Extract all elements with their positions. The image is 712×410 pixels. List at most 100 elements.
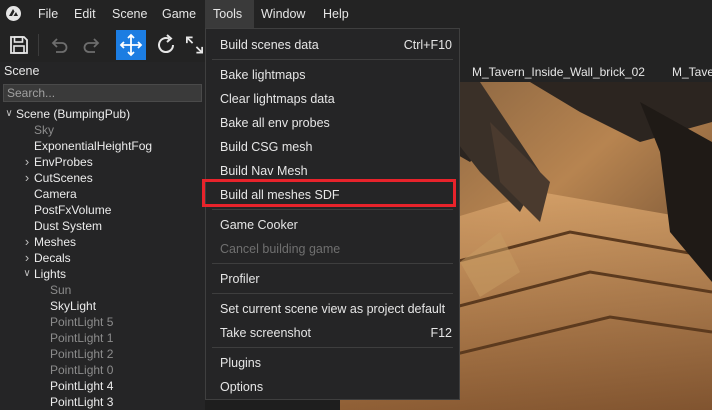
scale-tool-button[interactable] bbox=[184, 30, 205, 60]
rotate-tool-button[interactable] bbox=[151, 30, 181, 60]
tree-item[interactable]: ExponentialHeightFog bbox=[0, 138, 205, 154]
redo-button[interactable] bbox=[77, 30, 107, 60]
menu-item-label: Options bbox=[220, 380, 264, 394]
move-icon bbox=[119, 33, 143, 57]
menu-item-label: Plugins bbox=[220, 356, 261, 370]
tree-item[interactable]: SkyLight bbox=[0, 298, 205, 314]
redo-icon bbox=[83, 38, 100, 53]
menu-separator bbox=[212, 59, 453, 60]
menu-item-bake-all-env-probes[interactable]: Bake all env probes bbox=[206, 111, 459, 135]
menu-item-label: Build CSG mesh bbox=[220, 140, 313, 154]
flax-logo-icon bbox=[6, 6, 21, 21]
tree-item-label: SkyLight bbox=[50, 299, 97, 313]
menu-item-bake-lightmaps[interactable]: Bake lightmaps bbox=[206, 63, 459, 87]
tree-item-label: Dust System bbox=[34, 219, 103, 233]
menu-item-shortcut: F12 bbox=[430, 326, 452, 340]
menu-item-label: Bake all env probes bbox=[220, 116, 330, 130]
tree-item[interactable]: › EnvProbes bbox=[0, 154, 205, 170]
tree-item[interactable]: ∨ Scene (BumpingPub) bbox=[0, 106, 205, 122]
tree-item-label: PointLight 5 bbox=[50, 315, 114, 329]
menu-separator bbox=[212, 347, 453, 348]
tree-item-label: Scene (BumpingPub) bbox=[16, 107, 131, 121]
collapse-arrow-icon[interactable]: › bbox=[22, 250, 32, 266]
menu-window[interactable]: Window bbox=[253, 0, 313, 28]
scene-search-input[interactable] bbox=[3, 84, 202, 102]
tree-item[interactable]: PointLight 2 bbox=[0, 346, 205, 362]
tree-item[interactable]: PointLight 3 bbox=[0, 394, 205, 410]
tree-item-label: PointLight 0 bbox=[50, 363, 114, 377]
tree-item-label: Camera bbox=[34, 187, 77, 201]
tree-item-label: ExponentialHeightFog bbox=[34, 139, 153, 153]
tree-item[interactable]: Sun bbox=[0, 282, 205, 298]
menu-item-options[interactable]: Options bbox=[206, 375, 459, 399]
expand-arrow-icon[interactable]: ∨ bbox=[22, 266, 32, 282]
tree-item[interactable]: Dust System bbox=[0, 218, 205, 234]
tree-item-label: PointLight 3 bbox=[50, 395, 114, 409]
scene-panel-title: Scene bbox=[4, 64, 40, 78]
tree-item[interactable]: › CutScenes bbox=[0, 170, 205, 186]
menu-scene[interactable]: Scene bbox=[104, 0, 155, 28]
tree-item-label: CutScenes bbox=[34, 171, 93, 185]
menu-item-label: Game Cooker bbox=[220, 218, 298, 232]
collapse-arrow-icon[interactable]: › bbox=[22, 234, 32, 250]
save-button[interactable] bbox=[4, 30, 34, 60]
tree-item[interactable]: Camera bbox=[0, 186, 205, 202]
tree-item[interactable]: ∨ Lights bbox=[0, 266, 205, 282]
menu-item-label: Profiler bbox=[220, 272, 260, 286]
menu-game[interactable]: Game bbox=[154, 0, 204, 28]
menu-item-set-current-scene-view-as-project-default[interactable]: Set current scene view as project defaul… bbox=[206, 297, 459, 321]
tree-item[interactable]: PointLight 4 bbox=[0, 378, 205, 394]
tab-tavern-material[interactable]: M_Tave bbox=[672, 62, 712, 82]
menu-item-game-cooker[interactable]: Game Cooker bbox=[206, 213, 459, 237]
undo-icon bbox=[51, 38, 68, 53]
menu-item-cancel-building-game[interactable]: Cancel building game bbox=[206, 237, 459, 261]
menu-item-label: Clear lightmaps data bbox=[220, 92, 335, 106]
tree-item[interactable]: › Meshes bbox=[0, 234, 205, 250]
tree-item-label: Lights bbox=[34, 267, 67, 281]
undo-button[interactable] bbox=[44, 30, 74, 60]
menu-item-clear-lightmaps-data[interactable]: Clear lightmaps data bbox=[206, 87, 459, 111]
tree-item-label: EnvProbes bbox=[34, 155, 93, 169]
tree-item[interactable]: PointLight 5 bbox=[0, 314, 205, 330]
tree-item[interactable]: PointLight 0 bbox=[0, 362, 205, 378]
tree-item[interactable]: Sky bbox=[0, 122, 205, 138]
highlight-box bbox=[202, 179, 456, 207]
menu-item-build-scenes-data[interactable]: Build scenes data Ctrl+F10 bbox=[206, 33, 459, 57]
menu-item-take-screenshot[interactable]: Take screenshot F12 bbox=[206, 321, 459, 345]
menu-separator bbox=[212, 209, 453, 210]
tree-item-label: Decals bbox=[34, 251, 71, 265]
expand-arrow-icon[interactable]: ∨ bbox=[4, 106, 14, 122]
menu-item-shortcut: Ctrl+F10 bbox=[403, 38, 452, 52]
menu-item-build-csg-mesh[interactable]: Build CSG mesh bbox=[206, 135, 459, 159]
menu-file[interactable]: File bbox=[30, 0, 66, 28]
rotate-icon bbox=[158, 34, 175, 54]
menu-item-label: Take screenshot bbox=[220, 326, 312, 340]
move-tool-button[interactable] bbox=[116, 30, 146, 60]
menu-item-label: Bake lightmaps bbox=[220, 68, 306, 82]
menu-item-plugins[interactable]: Plugins bbox=[206, 351, 459, 375]
toolbar-separator bbox=[38, 34, 39, 56]
tree-item-label: PointLight 2 bbox=[50, 347, 114, 361]
menu-help[interactable]: Help bbox=[315, 0, 357, 28]
tree-item-label: PointLight 4 bbox=[50, 379, 114, 393]
menu-separator bbox=[212, 293, 453, 294]
menu-item-label: Cancel building game bbox=[220, 242, 341, 256]
tree-item-label: Sun bbox=[50, 283, 72, 297]
menu-edit[interactable]: Edit bbox=[66, 0, 104, 28]
tree-item-label: PointLight 1 bbox=[50, 331, 114, 345]
tree-item-label: PostFxVolume bbox=[34, 203, 112, 217]
collapse-arrow-icon[interactable]: › bbox=[22, 170, 32, 186]
menubar: File Edit Scene Game Tools Window Help bbox=[0, 0, 712, 28]
tree-item-label: Sky bbox=[34, 123, 55, 137]
tab-wall-brick-material[interactable]: M_Tavern_Inside_Wall_brick_02 bbox=[472, 62, 645, 82]
tools-menu-dropdown: Build scenes data Ctrl+F10 Bake lightmaps C… bbox=[202, 28, 460, 400]
tree-item[interactable]: PostFxVolume bbox=[0, 202, 205, 218]
menu-item-profiler[interactable]: Profiler bbox=[206, 267, 459, 291]
menu-tools[interactable]: Tools bbox=[205, 0, 254, 28]
menu-item-build-all-meshes-sdf[interactable]: Build all meshes SDF bbox=[202, 179, 459, 207]
menu-item-label: Build scenes data bbox=[220, 38, 319, 52]
tree-item[interactable]: › Decals bbox=[0, 250, 205, 266]
collapse-arrow-icon[interactable]: › bbox=[22, 154, 32, 170]
scale-icon bbox=[186, 36, 203, 54]
tree-item[interactable]: PointLight 1 bbox=[0, 330, 205, 346]
